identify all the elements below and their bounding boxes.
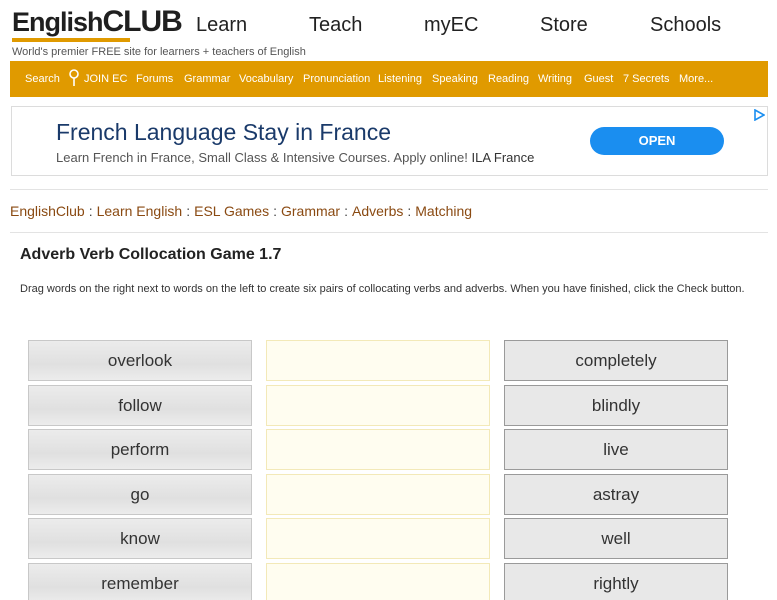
ad-choices-icon[interactable] [753, 109, 765, 121]
top-nav-schools[interactable]: Schools [650, 14, 721, 37]
verb-word: go [28, 473, 252, 515]
top-nav-teach[interactable]: Teach [309, 14, 362, 37]
adverb-tile[interactable]: rightly [504, 562, 728, 600]
ad-open-button[interactable]: OPEN [590, 127, 724, 155]
breadcrumb: EnglishClub: Learn English: ESL Games: Gram… [10, 203, 473, 219]
menu-reading[interactable]: Reading [488, 73, 529, 85]
drop-slot[interactable] [266, 340, 490, 381]
page-title: Adverb Verb Collocation Game 1.7 [20, 246, 282, 263]
drop-slot[interactable] [266, 473, 490, 515]
breadcrumb-learn-english[interactable]: Learn English [97, 203, 183, 219]
drop-slot[interactable] [266, 384, 490, 426]
menu-writing[interactable]: Writing [538, 73, 572, 85]
site-tagline: World's premier FREE site for learners +… [12, 46, 306, 58]
drop-slot[interactable] [266, 562, 490, 600]
menu-more[interactable]: More... [679, 73, 713, 85]
adverb-tile[interactable]: completely [504, 340, 728, 381]
menu-forums[interactable]: Forums [136, 73, 173, 85]
menu-speaking[interactable]: Speaking [432, 73, 478, 85]
top-nav-store[interactable]: Store [540, 14, 588, 37]
ad-title[interactable]: French Language Stay in France [56, 119, 391, 146]
menu-search[interactable]: Search [25, 73, 60, 85]
verb-word: follow [28, 384, 252, 426]
menu-guest[interactable]: Guest [584, 73, 613, 85]
menu-pronunciation[interactable]: Pronunciation [303, 73, 370, 85]
breadcrumb-grammar[interactable]: Grammar [281, 203, 340, 219]
search-icon[interactable] [68, 69, 80, 87]
drop-slot[interactable] [266, 518, 490, 560]
drop-slot[interactable] [266, 429, 490, 471]
game-instructions: Drag words on the right next to words on… [20, 283, 745, 295]
verb-word: overlook [28, 340, 252, 381]
logo-underline [12, 38, 130, 42]
ad-banner[interactable]: French Language Stay in France Learn Fre… [11, 106, 768, 176]
breadcrumb-adverbs[interactable]: Adverbs [352, 203, 403, 219]
top-nav: Learn Teach myEC Store Schools [0, 14, 777, 38]
adverb-tile[interactable]: live [504, 429, 728, 471]
breadcrumb-matching[interactable]: Matching [415, 203, 472, 219]
verb-word: perform [28, 429, 252, 471]
ad-advertiser: ILA France [471, 150, 535, 165]
adverb-tile[interactable]: astray [504, 473, 728, 515]
ad-subtitle: Learn French in France, Small Class & In… [56, 150, 534, 165]
verb-column: overlook follow perform go know remember [28, 340, 252, 600]
breadcrumb-englishclub[interactable]: EnglishClub [10, 203, 85, 219]
main-menu-bar: Search JOIN EC Forums Grammar Vocabulary… [10, 61, 768, 97]
verb-word: remember [28, 562, 252, 600]
adverb-tile[interactable]: well [504, 518, 728, 560]
menu-vocabulary[interactable]: Vocabulary [239, 73, 293, 85]
breadcrumb-esl-games[interactable]: ESL Games [194, 203, 269, 219]
menu-grammar[interactable]: Grammar [184, 73, 230, 85]
ad-subtitle-text: Learn French in France, Small Class & In… [56, 150, 468, 165]
adverb-tile[interactable]: blindly [504, 384, 728, 426]
adverb-column: completely blindly live astray well righ… [504, 340, 728, 600]
site-header: EnglishCLUB World's premier FREE site fo… [0, 0, 777, 60]
top-nav-learn[interactable]: Learn [196, 14, 247, 37]
section-divider-2 [10, 232, 768, 233]
menu-join-ec[interactable]: JOIN EC [84, 73, 127, 85]
drop-slot-column [266, 340, 490, 600]
top-nav-myec[interactable]: myEC [424, 14, 478, 37]
menu-7-secrets[interactable]: 7 Secrets [623, 73, 669, 85]
section-divider [10, 189, 768, 190]
verb-word: know [28, 518, 252, 560]
menu-listening[interactable]: Listening [378, 73, 422, 85]
